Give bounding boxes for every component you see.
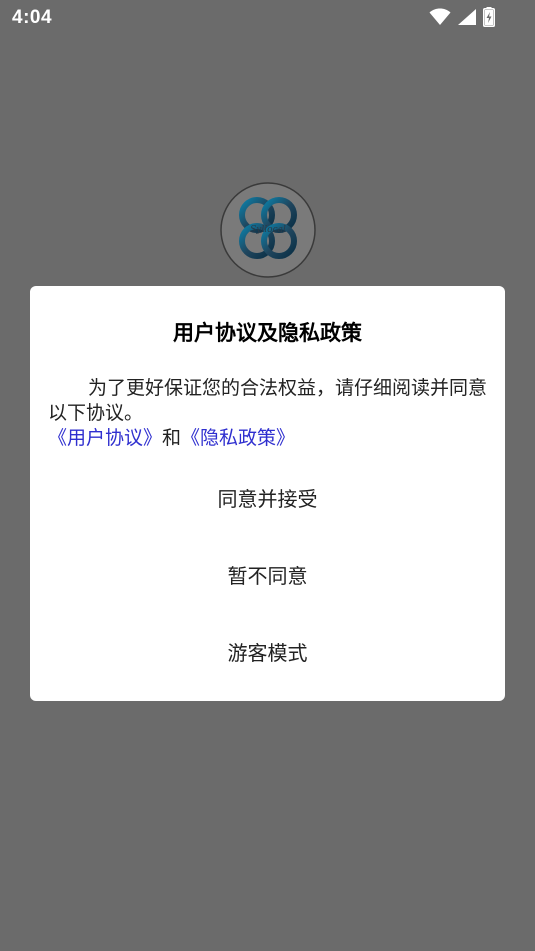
guest-mode-button[interactable]: 游客模式 [30,637,505,666]
agree-button[interactable]: 同意并接受 [30,483,505,512]
wifi-icon [429,8,451,26]
cell-signal-icon [457,8,477,26]
disagree-button[interactable]: 暂不同意 [30,560,505,589]
user-agreement-link[interactable]: 《用户协议》 [48,427,162,449]
dialog-title: 用户协议及隐私政策 [173,321,362,345]
dialog-body-text: 为了更好保证您的合法权益，请仔细阅读并同意以下协议。 [48,377,488,424]
privacy-dialog: 用户协议及隐私政策 为了更好保证您的合法权益，请仔细阅读并同意以下协议。 《用户… [30,286,505,701]
status-time: 4:04 [12,7,53,28]
logo-text: Syllocal [250,225,286,235]
agreement-links-line: 《用户协议》和《隐私政策》 [48,426,488,451]
privacy-policy-link[interactable]: 《隐私政策》 [181,427,295,449]
app-logo-knot-icon: Syllocal [219,181,317,279]
status-icons [429,7,495,27]
dialog-body: 为了更好保证您的合法权益，请仔细阅读并同意以下协议。 《用户协议》和《隐私政策》 [48,376,488,451]
battery-charging-icon [483,7,495,27]
status-bar: 4:04 [0,0,535,36]
links-conjunction: 和 [162,427,182,449]
